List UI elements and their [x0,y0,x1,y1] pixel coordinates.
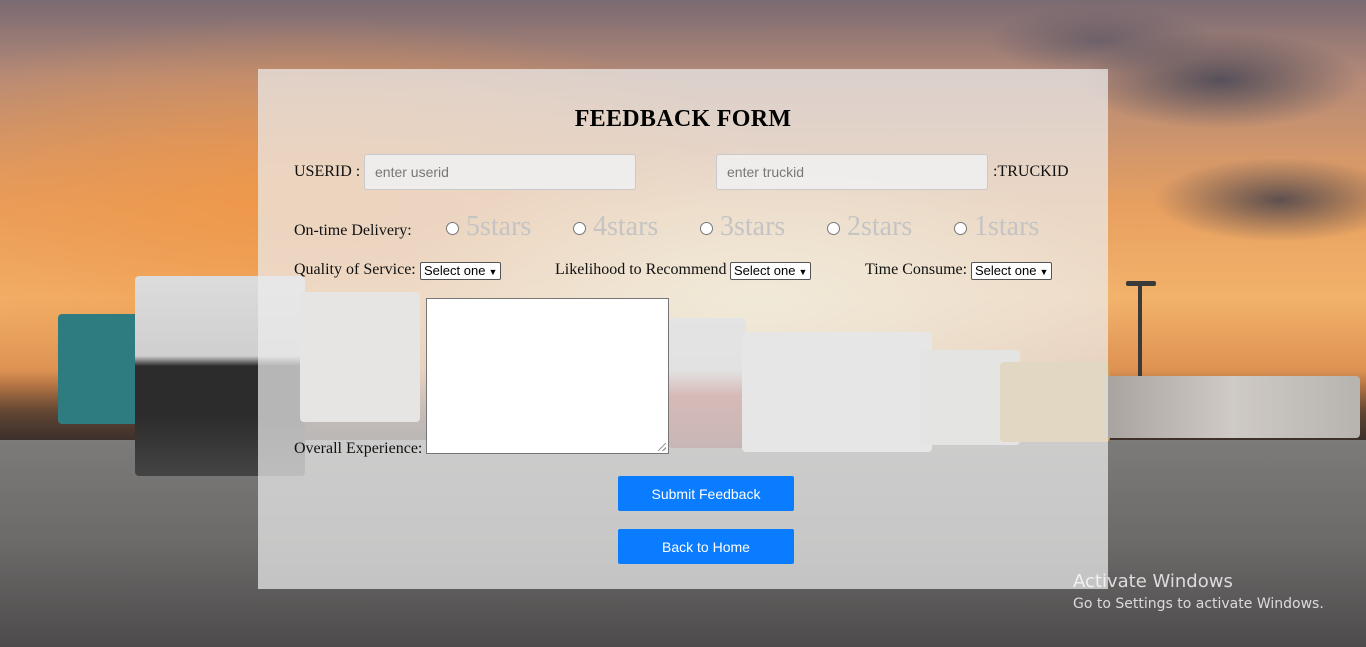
userid-input[interactable] [364,154,636,190]
quality-of-service-select[interactable]: Select one ▼ [420,262,502,280]
resize-grip-icon[interactable] [658,443,666,451]
userid-label: USERID : [294,163,361,180]
overall-experience-textarea[interactable] [426,298,669,454]
quality-of-service-label: Quality of Service: [294,261,416,278]
time-select-value: Select one [975,263,1037,278]
radio-label-2stars: 2stars [847,211,913,242]
activate-windows-watermark: Activate Windows Go to Settings to activ… [1073,571,1324,612]
time-consume-select[interactable]: Select one ▼ [971,262,1053,280]
watermark-title: Activate Windows [1073,571,1233,592]
chevron-down-icon: ▼ [488,267,498,277]
radio-button-icon[interactable] [954,222,967,235]
radio-label-4stars: 4stars [593,211,659,242]
likelihood-to-recommend-label: Likelihood to Recommend [555,261,727,278]
overall-experience-label: Overall Experience: [294,440,423,457]
feedback-form-panel [258,69,1108,589]
truck-row-far [1105,376,1360,438]
submit-feedback-button[interactable]: Submit Feedback [618,476,794,511]
time-consume-label: Time Consume: [865,261,968,278]
radio-button-icon[interactable] [827,222,840,235]
quality-select-value: Select one [424,263,486,278]
truckid-input[interactable] [716,154,988,190]
likelihood-to-recommend-select[interactable]: Select one ▼ [730,262,812,280]
radio-button-icon[interactable] [573,222,586,235]
recommend-select-value: Select one [734,263,796,278]
chevron-down-icon: ▼ [1039,267,1049,277]
truckid-label: :TRUCKID [993,163,1069,180]
radio-label-1stars: 1stars [974,211,1040,242]
radio-label-5stars: 5stars [466,211,532,242]
light-pole [1138,285,1142,385]
light-pole-lamp [1126,281,1156,286]
back-to-home-button[interactable]: Back to Home [618,529,794,564]
radio-button-icon[interactable] [700,222,713,235]
page-title: FEEDBACK FORM [574,106,792,132]
watermark-subtitle: Go to Settings to activate Windows. [1073,596,1324,612]
on-time-delivery-label: On-time Delivery: [294,222,412,239]
radio-button-icon[interactable] [446,222,459,235]
radio-label-3stars: 3stars [720,211,786,242]
chevron-down-icon: ▼ [798,267,808,277]
